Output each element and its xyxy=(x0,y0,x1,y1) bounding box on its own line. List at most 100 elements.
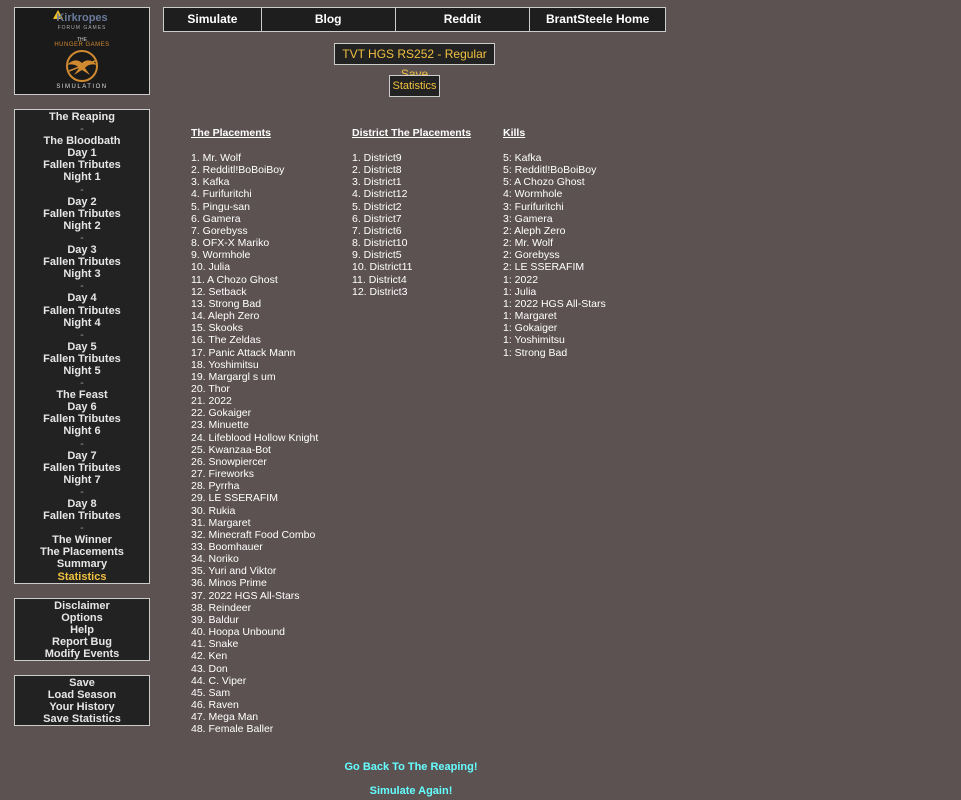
district-placement-item: 7. District6 xyxy=(352,224,402,237)
sidebar-item-day-6[interactable]: Day 6 xyxy=(15,401,149,413)
season-title: TVT HGS RS252 - Regular Save xyxy=(334,43,495,81)
sidebar-item-night-6[interactable]: Night 6 xyxy=(15,425,149,437)
logo-title: HUNGER GAMES xyxy=(54,42,110,48)
kill-item: 1: Margaret xyxy=(503,310,557,323)
tab-blog[interactable]: Blog xyxy=(262,8,396,31)
sidebar-item-fallen-tributes[interactable]: Fallen Tributes xyxy=(15,305,149,317)
sidebar-item-fallen-tributes[interactable]: Fallen Tributes xyxy=(15,413,149,425)
logo-brand-sub: FORUM GAMES xyxy=(57,25,107,31)
sidebar-item-fallen-tributes[interactable]: Fallen Tributes xyxy=(15,208,149,220)
sidebar-item-the-winner[interactable]: The Winner xyxy=(15,534,149,546)
placement-item: 1. Mr. Wolf xyxy=(191,152,241,164)
placement-item: 41. Snake xyxy=(191,638,239,651)
sidebar-item-modify-events[interactable]: Modify Events xyxy=(15,648,149,660)
sidebar-item-your-history[interactable]: Your History xyxy=(15,701,149,713)
simulate-again-link[interactable]: Simulate Again! xyxy=(300,785,522,797)
placement-item: 43. Don xyxy=(191,662,228,675)
district-placement-item: 11. District4 xyxy=(352,273,407,286)
sidebar-item-summary[interactable]: Summary xyxy=(15,558,149,570)
sidebar-item-the-feast[interactable]: The Feast xyxy=(15,389,149,401)
mockingjay-icon xyxy=(66,50,98,82)
placement-item: 21. 2022 xyxy=(191,395,232,408)
sidebar-nav-menu: The Reaping - The Bloodbath Day 1 Fallen Tri… xyxy=(15,110,149,585)
tab-simulate[interactable]: Simulate xyxy=(164,8,262,31)
placement-item: 11. A Chozo Ghost xyxy=(191,273,278,286)
placement-item: 23. Minuette xyxy=(191,419,249,432)
sidebar-item-load-season[interactable]: Load Season xyxy=(15,689,149,701)
kill-item: 1: Julia xyxy=(503,285,537,298)
placements-heading: The Placements xyxy=(191,127,271,139)
sidebar-item-fallen-tributes[interactable]: Fallen Tributes xyxy=(15,159,149,171)
placement-item: 20. Thor xyxy=(191,382,230,395)
kill-item: 2: Mr. Wolf xyxy=(503,237,553,250)
tab-brantsteele-home[interactable]: BrantSteele Home xyxy=(530,8,665,31)
district-placements-column: District The Placements 1. District9 2. D… xyxy=(352,127,471,298)
placement-item: 42. Ken xyxy=(191,650,228,663)
kill-item: 1: 2022 xyxy=(503,273,539,286)
nav-separator: - xyxy=(80,377,84,390)
sidebar-item-report-bug[interactable]: Report Bug xyxy=(15,636,149,648)
site-logo[interactable]: Kirkropes FORUM GAMES THE HUNGER GAMES S… xyxy=(14,7,150,95)
nav-separator: - xyxy=(80,328,84,341)
district-placement-item: 3. District1 xyxy=(352,176,402,189)
sidebar-item-night-3[interactable]: Night 3 xyxy=(15,268,149,280)
sidebar-item-day-7[interactable]: Day 7 xyxy=(15,450,149,462)
placement-item: 9. Wormhole xyxy=(191,249,251,262)
sidebar-item-night-2[interactable]: Night 2 xyxy=(15,220,149,232)
nav-separator: - xyxy=(80,280,84,293)
sidebar-item-fallen-tributes[interactable]: Fallen Tributes xyxy=(15,462,149,474)
placement-item: 44. C. Viper xyxy=(191,674,247,687)
sidebar-item-save[interactable]: Save xyxy=(15,677,149,689)
placement-item: 3. Kafka xyxy=(191,176,230,189)
placement-item: 18. Yoshimitsu xyxy=(191,358,259,371)
sidebar-item-help[interactable]: Help xyxy=(15,624,149,636)
district-placement-item: 10. District11 xyxy=(352,261,413,274)
placement-item: 29. LE SSERAFIM xyxy=(191,492,278,505)
sidebar-item-day-8[interactable]: Day 8 xyxy=(15,498,149,510)
placement-item: 25. Kwanzaa-Bot xyxy=(191,443,271,456)
sidebar-item-day-1[interactable]: Day 1 xyxy=(15,147,149,159)
sidebar-item-day-2[interactable]: Day 2 xyxy=(15,196,149,208)
district-placements-heading: District The Placements xyxy=(352,127,472,139)
placement-item: 5. Pingu-san xyxy=(191,200,250,213)
placement-item: 28. Pyrrha xyxy=(191,480,240,493)
sidebar-item-day-3[interactable]: Day 3 xyxy=(15,244,149,256)
sidebar-item-the-bloodbath[interactable]: The Bloodbath xyxy=(15,135,149,147)
placement-item: 13. Strong Bad xyxy=(191,297,262,310)
placement-item: 37. 2022 HGS All-Stars xyxy=(191,589,300,602)
district-placement-item: 5. District2 xyxy=(352,200,402,213)
sidebar-item-statistics[interactable]: Statistics xyxy=(15,571,149,583)
sidebar-item-fallen-tributes[interactable]: Fallen Tributes xyxy=(15,353,149,365)
sidebar-item-day-4[interactable]: Day 4 xyxy=(15,292,149,304)
sidebar-item-options[interactable]: Options xyxy=(15,612,149,624)
sidebar-item-fallen-tributes[interactable]: Fallen Tributes xyxy=(15,510,149,522)
district-placement-item: 8. District10 xyxy=(352,237,408,250)
nav-separator: - xyxy=(80,231,84,244)
placement-item: 34. Noriko xyxy=(191,553,239,566)
sidebar-nav: The Reaping - The Bloodbath Day 1 Fallen Tri… xyxy=(14,109,150,584)
sidebar-item-disclaimer[interactable]: Disclaimer xyxy=(15,600,149,612)
tab-reddit[interactable]: Reddit xyxy=(396,8,531,31)
placement-item: 8. OFX-X Mariko xyxy=(191,237,270,250)
sidebar-item-night-7[interactable]: Night 7 xyxy=(15,474,149,486)
placements-list: 1. Mr. Wolf 2. Redditl!BoBoiBoy 3. Kafka 4.… xyxy=(191,152,318,736)
placement-item: 6. Gamera xyxy=(191,212,241,225)
sidebar-item-fallen-tributes[interactable]: Fallen Tributes xyxy=(15,256,149,268)
go-back-link[interactable]: Go Back To The Reaping! xyxy=(300,761,522,773)
sidebar-item-night-5[interactable]: Night 5 xyxy=(15,365,149,377)
placement-item: 48. Female Baller xyxy=(191,723,274,736)
sidebar-item-the-reaping[interactable]: The Reaping xyxy=(15,111,149,123)
kills-heading: Kills xyxy=(503,127,526,139)
sidebar-item-night-4[interactable]: Night 4 xyxy=(15,317,149,329)
kill-item: 5: Redditl!BoBoiBoy xyxy=(503,164,597,177)
kill-item: 1: Strong Bad xyxy=(503,346,568,359)
sidebar-item-the-placements[interactable]: The Placements xyxy=(15,546,149,558)
kills-column: Kills 5: Kafka 5: Redditl!BoBoiBoy 5: A Ch… xyxy=(503,127,606,359)
nav-separator: - xyxy=(80,485,84,498)
kill-item: 1: 2022 HGS All-Stars xyxy=(503,297,606,310)
sidebar-item-day-5[interactable]: Day 5 xyxy=(15,341,149,353)
district-placements-list: 1. District9 2. District8 3. District1 4. D… xyxy=(352,152,471,298)
sidebar-item-save-statistics[interactable]: Save Statistics xyxy=(15,713,149,725)
placement-item: 31. Margaret xyxy=(191,516,251,529)
sidebar-item-night-1[interactable]: Night 1 xyxy=(15,171,149,183)
